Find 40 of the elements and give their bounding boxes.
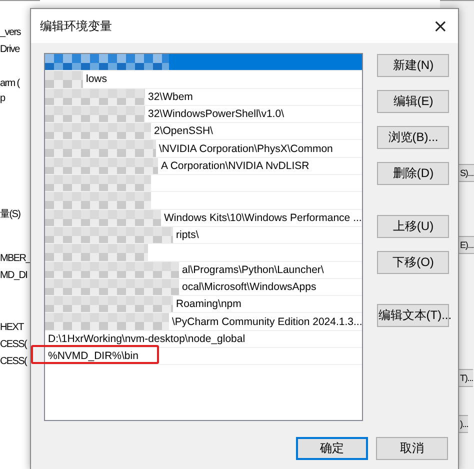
- action-button[interactable]: 下移(O): [377, 251, 450, 274]
- dialog-button[interactable]: 确定: [296, 437, 368, 460]
- path-entry[interactable]: \PyCharm Community Edition 2024.1.3...: [45, 313, 362, 331]
- action-button[interactable]: 编辑文本(T)...: [377, 304, 450, 327]
- path-entry[interactable]: 32\Wbem: [45, 88, 362, 106]
- path-entry[interactable]: %NVMD_DIR%\bin: [45, 348, 362, 366]
- path-entry[interactable]: [45, 54, 362, 72]
- path-entry[interactable]: 2\OpenSSH\: [45, 123, 362, 140]
- window-label: Drive: [0, 44, 20, 55]
- window-label: _vers: [0, 27, 20, 38]
- window-label: HEXT: [0, 322, 24, 333]
- window-button[interactable]: )...: [458, 415, 468, 433]
- action-button[interactable]: 浏览(B)...: [377, 126, 450, 149]
- window-label: 量(S): [0, 208, 20, 221]
- window-button[interactable]: S)...: [458, 164, 474, 182]
- window-label: CESS(: [0, 356, 27, 367]
- close-button[interactable]: ×: [428, 16, 452, 36]
- dialog-button[interactable]: 取消: [376, 437, 448, 460]
- path-entry[interactable]: al\Programs\Python\Launcher\: [45, 262, 362, 279]
- path-entry[interactable]: Windows Kits\10\Windows Performance ...: [45, 210, 362, 227]
- action-button[interactable]: 上移(U): [377, 215, 450, 238]
- window-label: MD_DI: [0, 270, 28, 281]
- path-entry[interactable]: ocal\Microsoft\WindowsApps: [45, 278, 362, 296]
- path-entry[interactable]: D:\1HxrWorking\nvm-desktop\node_global: [45, 330, 362, 348]
- window-button[interactable]: E)...: [458, 236, 474, 254]
- action-button[interactable]: 新建(N): [377, 54, 450, 77]
- path-entry[interactable]: A Corporation\NVIDIA NvDLISR: [45, 158, 362, 176]
- path-entry[interactable]: 32\WindowsPowerShell\v1.0\: [45, 106, 362, 124]
- window-button[interactable]: T)...: [458, 369, 473, 387]
- path-entry[interactable]: Roaming\npm: [45, 296, 362, 314]
- path-entry[interactable]: \NVIDIA Corporation\PhysX\Common: [45, 140, 362, 158]
- window-label: CESS(: [0, 339, 27, 350]
- window-label: MBER_: [0, 253, 30, 264]
- action-button[interactable]: 删除(D): [377, 162, 450, 185]
- window-label: arm (: [0, 78, 20, 89]
- action-button[interactable]: 编辑(E): [377, 90, 450, 113]
- window-label: p: [0, 93, 5, 104]
- window-title: 编辑环境变量: [40, 18, 112, 34]
- path-entry[interactable]: lows: [45, 71, 362, 89]
- path-entry[interactable]: ripts\: [45, 226, 362, 244]
